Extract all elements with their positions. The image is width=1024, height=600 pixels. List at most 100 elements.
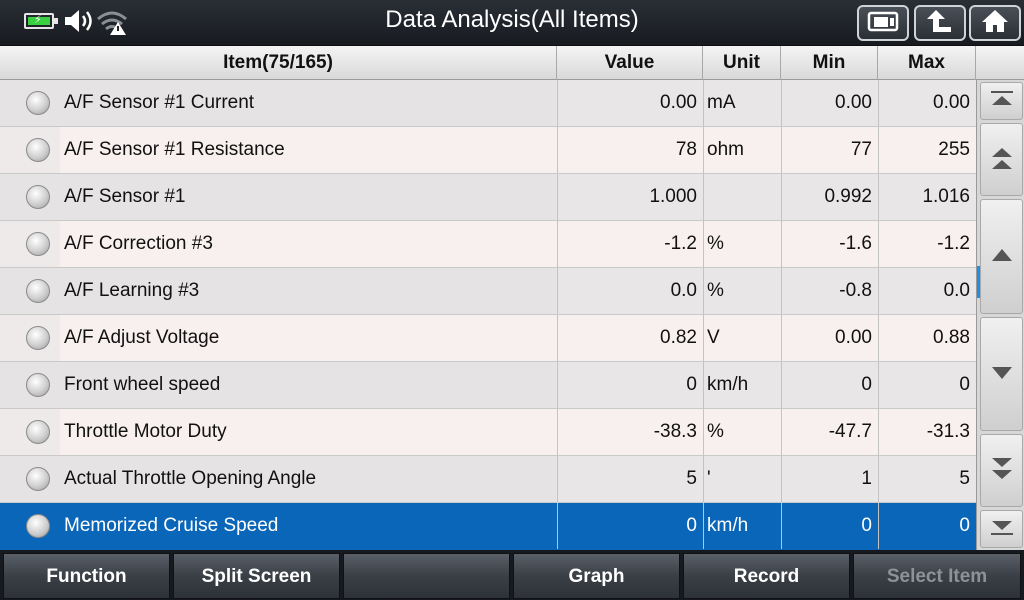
item-name: A/F Sensor #1 Resistance [64, 139, 285, 160]
item-unit: ' [703, 456, 781, 502]
item-max: 0 [878, 503, 976, 549]
item-min: 0.00 [781, 80, 878, 126]
column-header-max: Max [878, 46, 976, 80]
row-select-radio[interactable] [26, 467, 50, 491]
row-select-radio[interactable] [26, 420, 50, 444]
item-max: 5 [878, 456, 976, 502]
item-max: 0 [878, 362, 976, 408]
item-min: -0.8 [781, 268, 878, 314]
item-min: -47.7 [781, 409, 878, 455]
item-min: 0 [781, 503, 878, 549]
item-min: 0.992 [781, 174, 878, 220]
item-unit: V [703, 315, 781, 361]
item-name: Memorized Cruise Speed [64, 515, 279, 536]
column-header-min: Min [781, 46, 878, 80]
empty-function-button[interactable] [343, 553, 510, 599]
item-name: Actual Throttle Opening Angle [64, 468, 317, 489]
scroll-down-button[interactable] [980, 317, 1023, 431]
home-button[interactable] [969, 5, 1021, 41]
function-bar: Function Split Screen Graph Record Selec… [0, 550, 1024, 600]
item-max: 1.016 [878, 174, 976, 220]
screenshot-button[interactable] [857, 5, 909, 41]
item-value: 0.0 [557, 268, 703, 314]
table-row[interactable]: A/F Correction #3 -1.2 % -1.6 -1.2 [0, 221, 976, 268]
item-max: 0.88 [878, 315, 976, 361]
table-row[interactable]: A/F Learning #3 0.0 % -0.8 0.0 [0, 268, 976, 315]
item-max: 0.0 [878, 268, 976, 314]
table-row[interactable]: Front wheel speed 0 km/h 0 0 [0, 362, 976, 409]
table-row[interactable]: A/F Sensor #1 Resistance 78 ohm 77 255 [0, 127, 976, 174]
back-up-arrow-icon [925, 8, 955, 38]
column-header-item: Item(75/165) [0, 46, 557, 80]
function-button[interactable]: Function [3, 553, 170, 599]
table-row[interactable]: Throttle Motor Duty -38.3 % -47.7 -31.3 [0, 409, 976, 456]
record-button[interactable]: Record [683, 553, 850, 599]
item-name: Throttle Motor Duty [64, 421, 227, 442]
item-min: -1.6 [781, 221, 878, 267]
scroll-to-bottom-button[interactable] [980, 510, 1023, 548]
column-header-unit: Unit [703, 46, 781, 80]
item-value: 5 [557, 456, 703, 502]
item-name: A/F Learning #3 [64, 280, 200, 301]
row-select-radio[interactable] [26, 514, 50, 538]
item-unit: mA [703, 80, 781, 126]
home-icon [980, 8, 1010, 38]
item-name: A/F Correction #3 [64, 233, 213, 254]
item-name: A/F Sensor #1 [64, 186, 186, 207]
row-select-radio[interactable] [26, 138, 50, 162]
item-name: A/F Sensor #1 Current [64, 92, 255, 113]
table-row[interactable]: A/F Sensor #1 Current 0.00 mA 0.00 0.00 [0, 80, 976, 127]
row-select-radio[interactable] [26, 326, 50, 350]
double-chevron-down-icon [989, 456, 1015, 486]
column-header-value: Value [557, 46, 703, 80]
item-unit: % [703, 409, 781, 455]
item-max: -31.3 [878, 409, 976, 455]
item-min: 77 [781, 127, 878, 173]
item-unit: % [703, 268, 781, 314]
item-unit: km/h [703, 503, 781, 549]
chevron-down-icon [991, 365, 1013, 384]
table-row[interactable]: A/F Adjust Voltage 0.82 V 0.00 0.88 [0, 315, 976, 362]
table-row[interactable]: A/F Sensor #1 1.000 0.992 1.016 [0, 174, 976, 221]
double-chevron-up-icon [989, 145, 1015, 175]
item-unit: ohm [703, 127, 781, 173]
item-value: 0.00 [557, 80, 703, 126]
select-item-button[interactable]: Select Item [853, 553, 1021, 599]
item-min: 0.00 [781, 315, 878, 361]
item-max: 0.00 [878, 80, 976, 126]
split-screen-button[interactable]: Split Screen [173, 553, 340, 599]
scrollbar[interactable] [976, 80, 1024, 550]
item-name: Front wheel speed [64, 374, 221, 395]
item-value: 1.000 [557, 174, 703, 220]
item-value: 78 [557, 127, 703, 173]
item-max: -1.2 [878, 221, 976, 267]
page-down-button[interactable] [980, 434, 1023, 507]
row-select-radio[interactable] [26, 232, 50, 256]
title-bar: ⚡ Data Analysis(All Items) [0, 0, 1024, 46]
table-header: Item(75/165) Value Unit Min Max [0, 46, 1024, 80]
row-select-radio[interactable] [26, 373, 50, 397]
scroll-bottom-icon [989, 518, 1015, 540]
page-up-button[interactable] [980, 123, 1023, 196]
item-unit [703, 174, 781, 220]
item-name: A/F Adjust Voltage [64, 327, 220, 348]
row-select-radio[interactable] [26, 91, 50, 115]
item-value: -38.3 [557, 409, 703, 455]
item-value: 0 [557, 362, 703, 408]
graph-button[interactable]: Graph [513, 553, 680, 599]
row-select-radio[interactable] [26, 279, 50, 303]
item-max: 255 [878, 127, 976, 173]
screenshot-icon [866, 9, 900, 37]
table-row[interactable]: Actual Throttle Opening Angle 5 ' 1 5 [0, 456, 976, 503]
scroll-to-top-button[interactable] [980, 82, 1023, 120]
item-value: 0 [557, 503, 703, 549]
item-min: 0 [781, 362, 878, 408]
row-select-radio[interactable] [26, 185, 50, 209]
scroll-top-icon [989, 90, 1015, 112]
scroll-up-button[interactable] [980, 199, 1023, 314]
item-unit: % [703, 221, 781, 267]
back-button[interactable] [914, 5, 966, 41]
item-unit: km/h [703, 362, 781, 408]
item-value: -1.2 [557, 221, 703, 267]
table-row-selected[interactable]: Memorized Cruise Speed 0 km/h 0 0 [0, 503, 976, 550]
